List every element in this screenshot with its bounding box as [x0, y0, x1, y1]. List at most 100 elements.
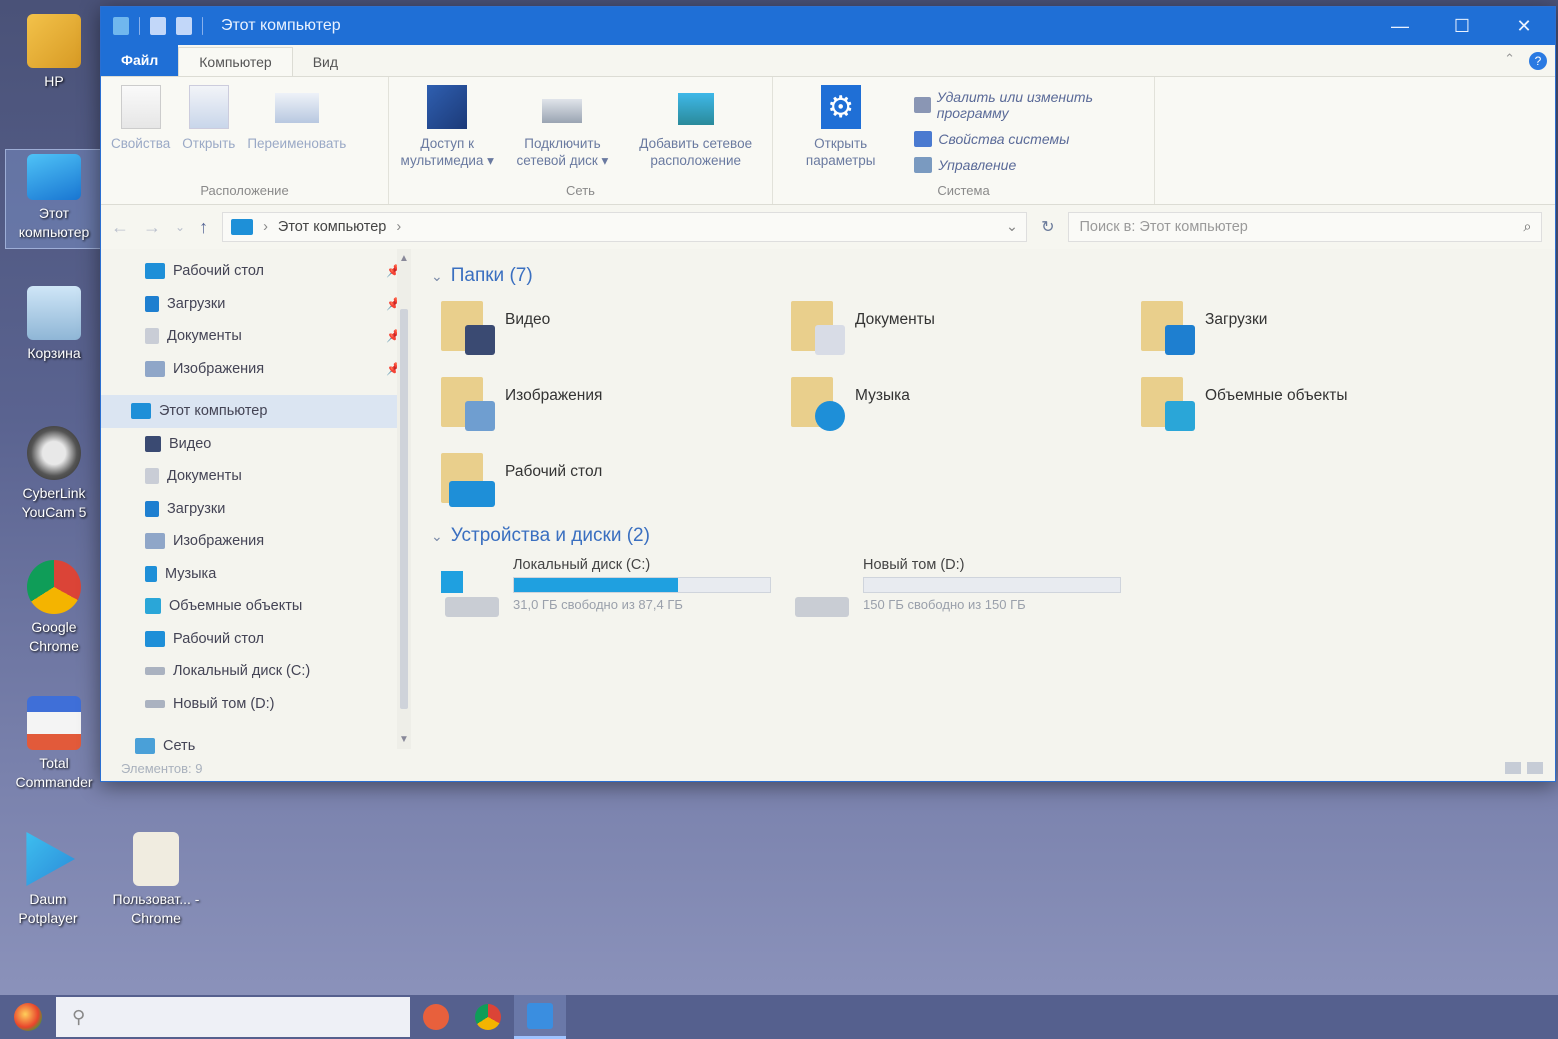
nav-item-desktop[interactable]: Рабочий стол — [101, 623, 411, 656]
desktop-icon-label: CyberLink YouCam 5 — [21, 485, 87, 520]
open-arrow-icon — [188, 85, 229, 129]
properties-quick-icon[interactable] — [150, 17, 166, 35]
folder-desktop-icon — [441, 449, 495, 507]
scroll-down-icon[interactable]: ▼ — [399, 734, 409, 745]
map-network-drive-button[interactable]: Подключить сетевой диск ▾ — [503, 85, 621, 183]
drive-d[interactable]: Новый том (D:) 150 ГБ свободно из 150 ГБ — [791, 557, 1121, 617]
new-folder-quick-icon[interactable] — [176, 17, 192, 35]
nav-item-downloads[interactable]: Загрузки — [101, 493, 411, 526]
computer-icon — [27, 154, 81, 200]
chrome-icon — [475, 1004, 501, 1030]
system-properties-link[interactable]: Свойства системы — [914, 131, 1148, 147]
desktop-icon-potplayer[interactable]: Daum Potplayer — [0, 832, 96, 928]
nav-item-pictures[interactable]: Изображения — [101, 525, 411, 558]
taskbar-search[interactable]: ⚲ — [56, 997, 410, 1037]
search-icon: ⚲ — [72, 1006, 86, 1028]
folder-music[interactable]: Музыка — [791, 373, 1141, 435]
breadcrumb-separator[interactable]: › — [396, 219, 401, 235]
breadcrumb-this-pc[interactable]: Этот компьютер — [278, 219, 386, 235]
folders-section-header[interactable]: ⌄ Папки (7) — [431, 265, 1555, 287]
close-button[interactable]: ✕ — [1493, 7, 1555, 45]
folder-downloads[interactable]: Загрузки — [1141, 297, 1491, 359]
desktop-icon-label: Корзина — [27, 345, 81, 361]
tab-file[interactable]: Файл — [101, 44, 179, 76]
help-icon[interactable]: ? — [1529, 52, 1547, 70]
nav-item-network[interactable]: Сеть — [101, 730, 411, 763]
open-button[interactable]: Открыть — [178, 85, 239, 183]
play-icon — [26, 832, 75, 886]
back-arrow-icon[interactable]: ← — [111, 217, 129, 238]
maximize-button[interactable]: ☐ — [1431, 7, 1493, 45]
desktop-icon-label: HP — [44, 73, 64, 89]
tab-view[interactable]: Вид — [293, 48, 358, 76]
nav-item-pictures[interactable]: Изображения 📌 — [101, 353, 411, 386]
taskbar-app-orange[interactable] — [410, 995, 462, 1039]
nav-item-3d-objects[interactable]: Объемные объекты — [101, 590, 411, 623]
nav-item-this-pc[interactable]: Этот компьютер — [101, 395, 397, 428]
nav-scrollbar[interactable]: ▲ ▼ — [397, 249, 411, 749]
folder-videos[interactable]: Видео — [441, 297, 791, 359]
chevron-down-icon[interactable]: ⌄ — [1006, 219, 1018, 235]
scrollbar-thumb[interactable] — [400, 309, 408, 709]
recent-locations-icon[interactable]: ⌄ — [175, 220, 185, 234]
nav-item-drive-d[interactable]: Новый том (D:) — [101, 688, 411, 721]
nav-item-music[interactable]: Музыка — [101, 558, 411, 591]
drives-section-header[interactable]: ⌄ Устройства и диски (2) — [431, 525, 1555, 547]
folder-desktop[interactable]: Рабочий стол — [441, 449, 791, 511]
rename-button[interactable]: Переименовать — [243, 85, 350, 183]
media-access-button[interactable]: Доступ к мультимедиа ▾ — [395, 85, 499, 183]
desktop-icon-total-commander[interactable]: Total Commander — [6, 696, 102, 792]
chrome-icon — [27, 560, 81, 614]
scroll-up-icon[interactable]: ▲ — [399, 253, 409, 264]
explorer-window: Этот компьютер — ☐ ✕ Файл Компьютер Вид … — [100, 6, 1556, 782]
desktop-icon-this-pc[interactable]: Этот компьютер — [5, 149, 103, 249]
taskbar-file-explorer[interactable] — [514, 995, 566, 1039]
computer-small-icon — [113, 17, 129, 35]
forward-arrow-icon[interactable]: → — [143, 217, 161, 238]
nav-item-desktop[interactable]: Рабочий стол 📌 — [101, 255, 411, 288]
desktop-icon-chrome[interactable]: Google Chrome — [6, 560, 102, 656]
desktop-icon-label: Пользоват... - Chrome — [112, 891, 200, 926]
folder-documents[interactable]: Документы — [791, 297, 1141, 359]
desktop-icon-recycle-bin[interactable]: Корзина — [6, 286, 102, 363]
large-icons-view-icon[interactable] — [1527, 762, 1543, 774]
ribbon-group-system: ⚙ Открыть параметры Удалить или изменить… — [773, 77, 1155, 204]
chevron-down-icon[interactable]: ⌄ — [431, 268, 443, 285]
nav-item-documents[interactable]: Документы — [101, 460, 411, 493]
desktop-icon-hp[interactable]: HP — [6, 14, 102, 91]
up-arrow-icon[interactable]: ↑ — [199, 217, 208, 238]
nav-item-videos[interactable]: Видео — [101, 428, 411, 461]
ribbon-group-label: Система — [937, 183, 990, 198]
search-input[interactable]: Поиск в: Этот компьютер ⌕ — [1068, 212, 1543, 242]
refresh-icon[interactable]: ↻ — [1041, 217, 1054, 237]
details-view-icon[interactable] — [1505, 762, 1521, 774]
manage-link[interactable]: Управление — [914, 157, 1148, 173]
start-button[interactable] — [0, 995, 56, 1039]
taskbar: ⚲ — [0, 995, 1558, 1039]
network-location-icon — [677, 93, 714, 125]
add-network-location-button[interactable]: Добавить сетевое расположение — [625, 85, 766, 183]
open-settings-button[interactable]: ⚙ Открыть параметры — [779, 85, 902, 183]
tab-computer[interactable]: Компьютер — [178, 47, 293, 76]
folder-3d-objects[interactable]: Объемные объекты — [1141, 373, 1491, 435]
desktop-icon-youcam[interactable]: CyberLink YouCam 5 — [6, 426, 102, 522]
drive-usage-bar — [513, 577, 771, 593]
item-count: Элементов: 9 — [121, 760, 203, 776]
properties-button[interactable]: Свойства — [107, 85, 174, 183]
document-icon — [145, 328, 159, 345]
network-drive-icon — [542, 99, 583, 123]
nav-item-drive-c[interactable]: Локальный диск (C:) — [101, 655, 411, 688]
nav-item-downloads[interactable]: Загрузки 📌 — [101, 288, 411, 321]
address-input[interactable]: › Этот компьютер › ⌄ — [222, 212, 1028, 242]
nav-item-documents[interactable]: Документы 📌 — [101, 320, 411, 353]
chevron-down-icon[interactable]: ⌄ — [431, 528, 443, 545]
uninstall-program-link[interactable]: Удалить или изменить программу — [914, 89, 1148, 121]
folder-music-icon — [791, 373, 845, 431]
taskbar-chrome[interactable] — [462, 995, 514, 1039]
minimize-button[interactable]: — — [1369, 7, 1431, 45]
folder-pictures[interactable]: Изображения — [441, 373, 791, 435]
drive-c[interactable]: Локальный диск (C:) 31,0 ГБ свободно из … — [441, 557, 771, 617]
chevron-up-icon[interactable]: ⌃ — [1504, 51, 1515, 67]
desktop-icon-chrome-profile[interactable]: Пользоват... - Chrome — [108, 832, 204, 928]
video-icon — [145, 435, 161, 452]
